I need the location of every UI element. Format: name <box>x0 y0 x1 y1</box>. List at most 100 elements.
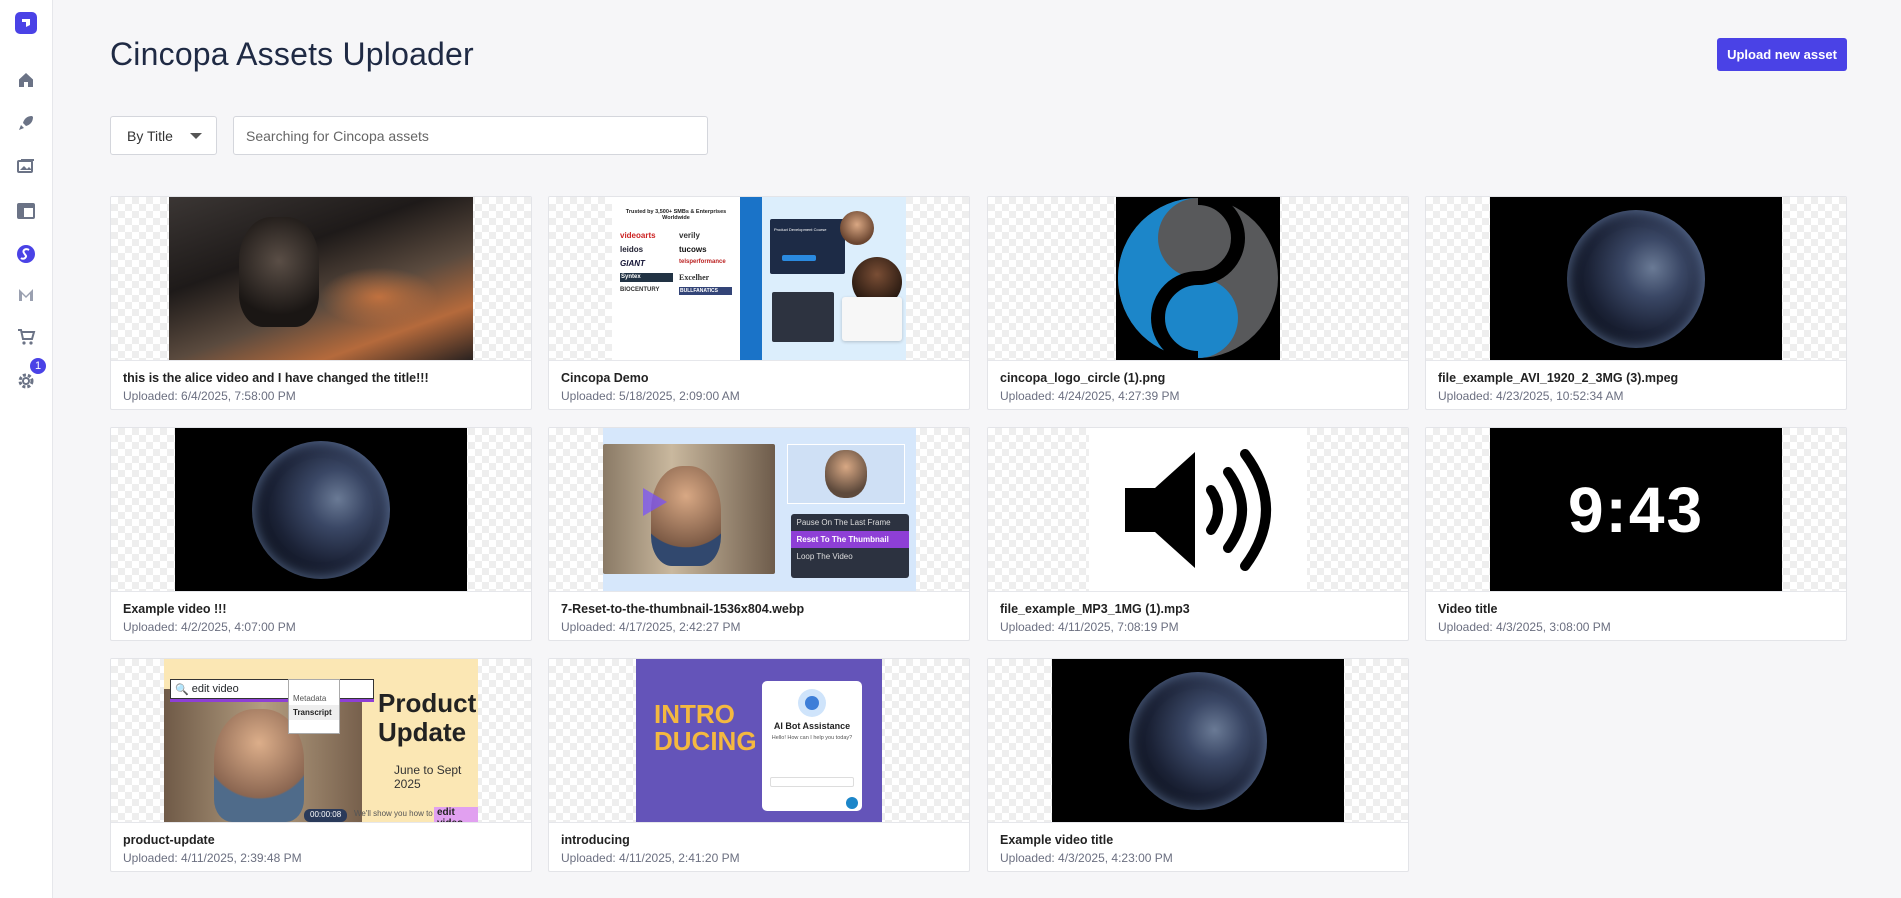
asset-thumbnail: Pause On The Last Frame Reset To The Thu… <box>549 428 969 591</box>
asset-title: Cincopa Demo <box>561 371 649 385</box>
clock-text: 9:43 <box>1567 473 1705 546</box>
search-icon: 🔍 <box>175 683 189 696</box>
filter-selected-value: By Title <box>127 127 173 144</box>
asset-date: Uploaded: 4/3/2025, 3:08:00 PM <box>1438 620 1611 634</box>
pu-time: 00:00:08 <box>304 809 348 822</box>
asset-card[interactable]: file_example_MP3_1MG (1).mp3 Uploaded: 4… <box>987 427 1409 641</box>
asset-card[interactable]: file_example_AVI_1920_2_3MG (3).mpeg Upl… <box>1425 196 1847 410</box>
asset-title: file_example_MP3_1MG (1).mp3 <box>1000 602 1190 616</box>
client-logo: telsperformance <box>679 259 726 265</box>
app-logo[interactable] <box>15 12 37 34</box>
asset-title: cincopa_logo_circle (1).png <box>1000 371 1166 385</box>
asset-card[interactable]: Trusted by 3,500+ SMBs & Enterprises Wor… <box>548 196 970 410</box>
asset-thumbnail <box>111 197 531 360</box>
asset-title: introducing <box>561 833 630 847</box>
asset-meta: file_example_MP3_1MG (1).mp3 Uploaded: 4… <box>988 591 1408 640</box>
asset-thumbnail <box>988 428 1408 591</box>
rocket-icon[interactable] <box>14 111 38 135</box>
upload-new-asset-button[interactable]: Upload new asset <box>1717 38 1847 71</box>
asset-meta: Example video title Uploaded: 4/3/2025, … <box>988 822 1408 871</box>
asset-date: Uploaded: 6/4/2025, 7:58:00 PM <box>123 389 296 403</box>
asset-title: product-update <box>123 833 215 847</box>
asset-meta: introducing Uploaded: 4/11/2025, 2:41:20… <box>549 822 969 871</box>
filter-dropdown[interactable]: By Title <box>110 116 217 155</box>
asset-date: Uploaded: 4/23/2025, 10:52:34 AM <box>1438 389 1624 403</box>
cincopa-logo-image <box>1116 197 1280 360</box>
asset-meta: file_example_AVI_1920_2_3MG (3).mpeg Upl… <box>1426 360 1846 409</box>
pu-search-text: edit video <box>191 683 239 695</box>
asset-thumbnail: 🔍 edit video Metadata Transcript Product… <box>111 659 531 822</box>
asset-meta: cincopa_logo_circle (1).png Uploaded: 4/… <box>988 360 1408 409</box>
asset-thumbnail: Trusted by 3,500+ SMBs & Enterprises Wor… <box>549 197 969 360</box>
bot-title: AI Bot Assistance <box>773 721 851 731</box>
client-logo: tucows <box>679 245 707 254</box>
asset-title: this is the alice video and I have chang… <box>123 371 429 385</box>
sidebar: 1 <box>0 0 53 898</box>
asset-date: Uploaded: 4/11/2025, 2:39:48 PM <box>123 851 302 865</box>
asset-date: Uploaded: 4/11/2025, 7:08:19 PM <box>1000 620 1179 634</box>
pu-caption: We'll show you how to <box>354 809 433 818</box>
m-icon[interactable] <box>14 283 38 307</box>
asset-title: Example video title <box>1000 833 1114 847</box>
client-logo: leidos <box>620 245 644 254</box>
asset-card[interactable]: INTRO DUCING AI Bot Assistance Hello! Ho… <box>548 658 970 872</box>
pu-sub: June to Sept 2025 <box>394 763 462 791</box>
asset-title: Video title <box>1438 602 1498 616</box>
cincopa-icon[interactable] <box>14 242 38 266</box>
page-title: Cincopa Assets Uploader <box>110 36 474 72</box>
asset-thumbnail: 9:43 <box>1426 428 1846 591</box>
trusted-text: Trusted by 3,500+ SMBs & Enterprises Wor… <box>625 209 727 221</box>
notification-badge: 1 <box>28 356 48 376</box>
asset-title: file_example_AVI_1920_2_3MG (3).mpeg <box>1438 371 1679 385</box>
search-input[interactable] <box>233 116 708 155</box>
asset-card[interactable]: 9:43 Video title Uploaded: 4/3/2025, 3:0… <box>1425 427 1847 641</box>
asset-title: Example video !!! <box>123 602 227 616</box>
demo-heading: Product Development Course <box>774 227 827 232</box>
asset-thumbnail <box>111 428 531 591</box>
bot-message: Hello! How can I help you today? <box>771 735 853 741</box>
client-logo: BULLFANATICS <box>679 287 732 295</box>
video-option: Reset To The Thumbnail <box>790 531 909 548</box>
pu-highlight: edit video <box>434 807 478 822</box>
video-option: Loop The Video <box>796 552 853 561</box>
asset-date: Uploaded: 4/2/2025, 4:07:00 PM <box>123 620 296 634</box>
gallery-icon[interactable] <box>14 155 38 179</box>
asset-meta: this is the alice video and I have chang… <box>111 360 531 409</box>
home-icon[interactable] <box>14 68 38 92</box>
cart-icon[interactable] <box>14 325 38 349</box>
asset-title: 7-Reset-to-the-thumbnail-1536x804.webp <box>561 602 805 616</box>
client-logo: verily <box>679 231 700 240</box>
asset-meta: Video title Uploaded: 4/3/2025, 3:08:00 … <box>1426 591 1846 640</box>
intro-text: INTRO DUCING <box>654 699 757 757</box>
layout-icon[interactable] <box>14 199 38 223</box>
client-logo: Excelher <box>679 273 710 282</box>
asset-card[interactable]: cincopa_logo_circle (1).png Uploaded: 4/… <box>987 196 1409 410</box>
client-logo: BIOCENTURY <box>620 287 660 293</box>
client-logo: Syntex <box>620 273 673 282</box>
pu-heading: Product Update <box>378 688 477 747</box>
asset-thumbnail <box>988 197 1408 360</box>
asset-card[interactable]: this is the alice video and I have chang… <box>110 196 532 410</box>
asset-thumbnail <box>1426 197 1846 360</box>
asset-date: Uploaded: 4/24/2025, 4:27:39 PM <box>1000 389 1180 403</box>
pu-menu-item: Metadata <box>293 694 327 703</box>
asset-date: Uploaded: 4/17/2025, 2:42:27 PM <box>561 620 741 634</box>
client-logo: GIANT <box>620 259 645 268</box>
asset-card[interactable]: Example video !!! Uploaded: 4/2/2025, 4:… <box>110 427 532 641</box>
speaker-icon <box>1089 428 1307 591</box>
chevron-down-icon <box>190 133 202 139</box>
asset-thumbnail <box>988 659 1408 822</box>
asset-date: Uploaded: 4/11/2025, 2:41:20 PM <box>561 851 740 865</box>
asset-meta: 7-Reset-to-the-thumbnail-1536x804.webp U… <box>549 591 969 640</box>
client-logo: videoarts <box>620 231 656 240</box>
asset-meta: Example video !!! Uploaded: 4/2/2025, 4:… <box>111 591 531 640</box>
bot-icon <box>798 689 826 717</box>
asset-card[interactable]: Example video title Uploaded: 4/3/2025, … <box>987 658 1409 872</box>
pu-menu-item: Transcript <box>289 705 339 720</box>
asset-card[interactable]: Pause On The Last Frame Reset To The Thu… <box>548 427 970 641</box>
asset-date: Uploaded: 5/18/2025, 2:09:00 AM <box>561 389 740 403</box>
asset-card[interactable]: 🔍 edit video Metadata Transcript Product… <box>110 658 532 872</box>
asset-thumbnail: INTRO DUCING AI Bot Assistance Hello! Ho… <box>549 659 969 822</box>
video-option: Pause On The Last Frame <box>796 518 891 527</box>
asset-meta: Cincopa Demo Uploaded: 5/18/2025, 2:09:0… <box>549 360 969 409</box>
